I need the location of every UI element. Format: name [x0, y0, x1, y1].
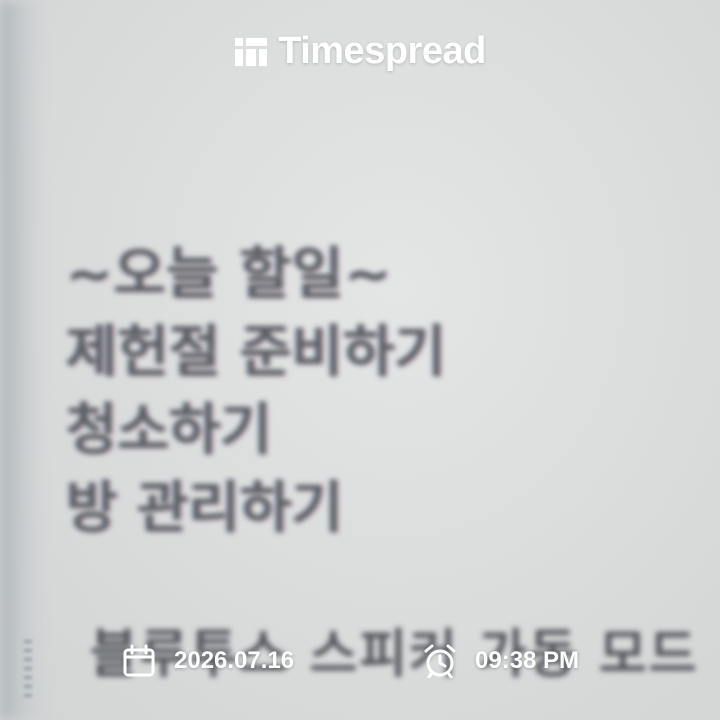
- time-stamp: 09:38 PM: [423, 644, 579, 678]
- brand-watermark: Timespread: [0, 30, 720, 73]
- alarm-clock-icon: [424, 644, 456, 678]
- brand-name: Timespread: [278, 30, 486, 72]
- time-text: 09:38 PM: [475, 647, 580, 674]
- note-line-1: 제헌절 준비하기: [66, 320, 447, 385]
- note-line-2: 청소하기: [66, 398, 273, 463]
- note-line-3: 방 관리하기: [66, 476, 344, 541]
- photo: ~오늘 할일~ 제헌절 준비하기 청소하기 방 관리하기 블루투스 스피커 가동…: [0, 0, 720, 720]
- monitor-edge: [0, 0, 44, 720]
- timespread-logo-icon: [235, 37, 268, 66]
- date-text: 2026.07.16: [174, 647, 295, 674]
- calendar-icon: [123, 644, 155, 677]
- timestamp-bar: 2026.07.16 09:38 PM: [0, 644, 720, 684]
- note-text-block: ~오늘 할일~ 제헌절 준비하기 청소하기 방 관리하기: [66, 236, 446, 548]
- note-heading: ~오늘 할일~: [66, 242, 393, 307]
- date-stamp: 2026.07.16: [122, 644, 294, 678]
